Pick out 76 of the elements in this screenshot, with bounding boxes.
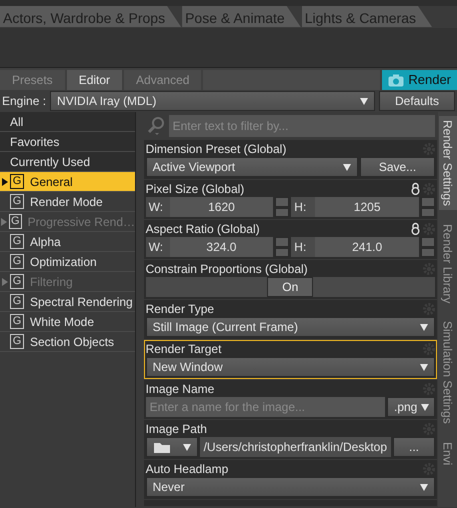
group-label: Alpha [30,234,61,250]
setting-title: Image Name [146,380,214,398]
group-badge-icon: G [10,274,24,289]
number-field[interactable]: H: 1205 [291,197,419,217]
lock-icon[interactable] [411,222,420,235]
camera-icon [388,74,404,86]
setting-title: Auto Headlamp [146,460,228,478]
group-badge-icon: G [10,194,24,209]
number-field[interactable]: W: 324.0 [146,237,274,257]
lock-icon[interactable] [411,182,420,195]
search-icon[interactable] [146,116,166,136]
group-item[interactable]: G Alpha [0,232,135,252]
setting-title: Constrain Proportions (Global) [146,260,308,278]
pane-tab[interactable]: Editor [66,70,122,90]
dropdown-arrow-icon [420,324,428,330]
group-item[interactable]: G White Mode [0,312,135,332]
setting-title: Render Type [146,300,214,318]
setting-title: Dimension Preset (Global) [146,140,286,158]
path-field[interactable]: /Users/christopherfranklin/Desktop [200,437,391,457]
engine-label: Engine : [2,93,46,110]
side-tab[interactable]: Render Library [438,220,456,308]
render-button[interactable]: Render [382,70,457,90]
group-badge-icon: G [10,314,24,329]
group-item[interactable]: G General [0,172,135,192]
setting-dropdown[interactable]: Still Image (Current Frame) [146,317,435,337]
dropdown-arrow-icon [182,444,191,450]
defaults-button[interactable]: Defaults [379,91,455,111]
filter-item[interactable]: All [0,112,135,132]
group-item[interactable]: G Render Mode [0,192,135,212]
number-field[interactable]: H: 241.0 [291,237,419,257]
engine-dropdown[interactable]: NVIDIA Iray (MDL) [50,91,375,111]
group-item[interactable]: G Spectral Rendering [0,292,135,312]
folder-dropdown[interactable] [146,437,198,457]
filter-item[interactable]: Currently Used [0,152,135,172]
setting-dropdown[interactable]: Never [146,477,435,497]
preset-dropdown[interactable]: Active Viewport [146,157,358,177]
side-tab[interactable]: Render Settings [438,116,456,210]
side-tab[interactable]: Simulation Settings [438,317,456,428]
group-label: Optimization [30,254,97,270]
expand-arrow-icon[interactable] [2,178,8,186]
browse-button[interactable]: ... [393,437,435,457]
group-label: White Mode [30,314,94,330]
dropdown-arrow-icon [360,98,368,104]
dropdown-arrow-icon [421,404,430,410]
group-badge-icon: G [10,174,24,189]
setting-title: Aspect Ratio (Global) [146,220,260,238]
gear-icon[interactable] [423,342,435,354]
group-badge-icon: G [10,234,24,249]
filter-item[interactable]: Favorites [0,132,135,152]
toggle-button[interactable]: On [267,277,314,297]
group-badge-icon: G [10,334,24,349]
spinner-control[interactable] [275,197,290,217]
group-label: General [30,174,73,190]
group-label: Progressive Rend… [28,214,135,230]
group-label: Render Mode [30,194,103,210]
setting-dropdown[interactable]: New Window [146,357,435,377]
group-label: Filtering [30,274,73,290]
dropdown-arrow-icon [420,484,428,490]
group-badge-icon: G [10,294,24,309]
setting-title: Render Target [146,340,222,358]
dropdown-arrow-icon [420,364,428,370]
dropdown-arrow-icon [343,164,351,170]
setting-title: Pixel Size (Global) [146,180,244,198]
number-field[interactable]: W: 1620 [146,197,274,217]
group-badge-icon: G [8,214,22,229]
group-label: Spectral Rendering [30,294,133,310]
group-item[interactable]: G Optimization [0,252,135,272]
group-label: Section Objects [30,334,114,350]
format-dropdown[interactable]: .png [387,397,435,417]
group-item[interactable]: G Section Objects [0,332,135,352]
setting-title: Image Path [146,420,207,438]
group-badge-icon: G [10,254,24,269]
side-tab[interactable]: Envi [438,438,456,470]
folder-icon [152,440,171,454]
save-button[interactable]: Save... [360,157,435,177]
spinner-control[interactable] [275,237,290,257]
